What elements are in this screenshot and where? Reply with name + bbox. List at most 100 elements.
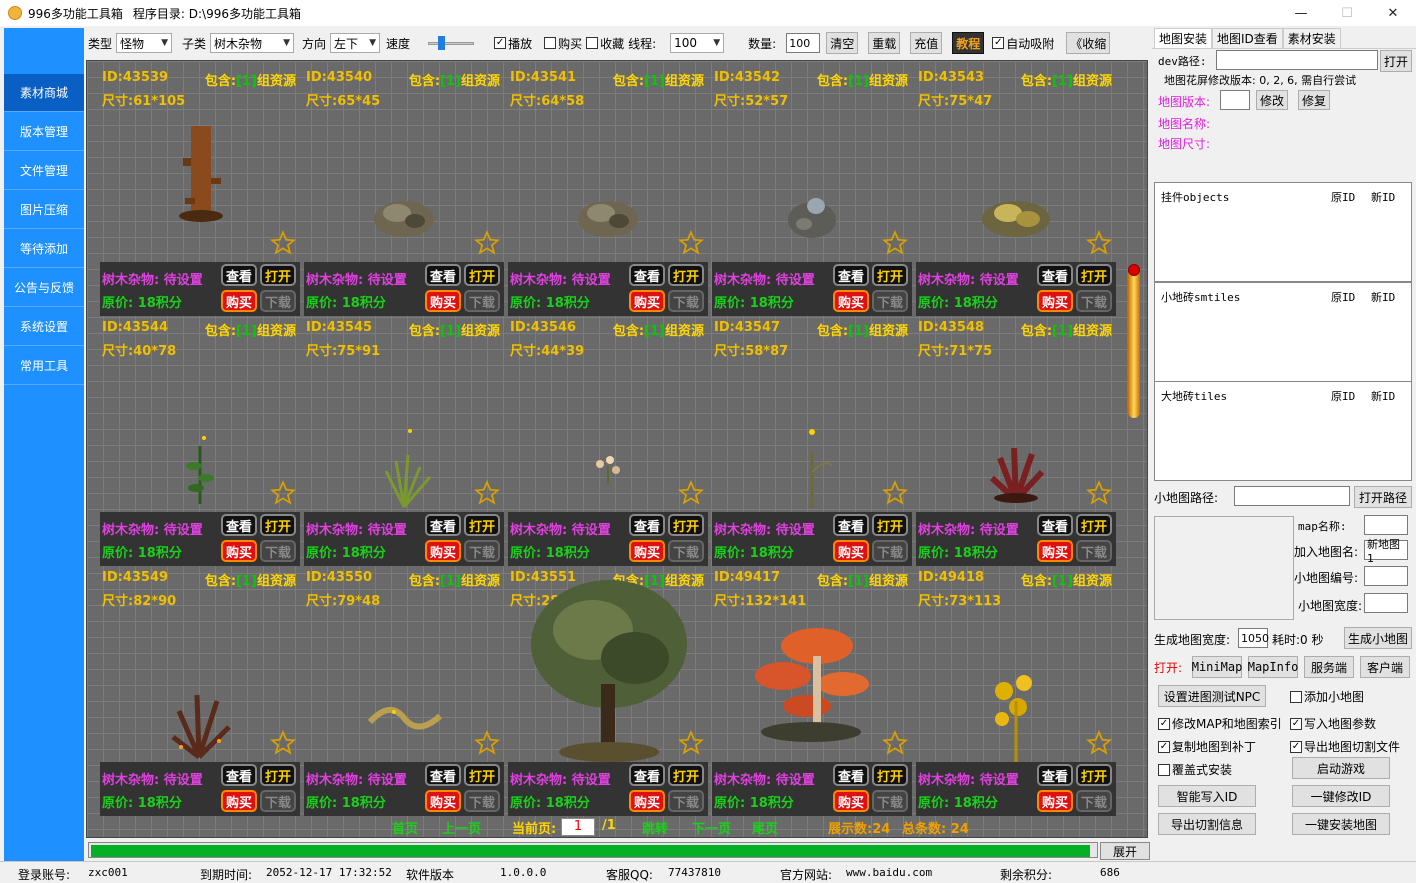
view-button[interactable]: 查看	[833, 764, 869, 786]
star-icon[interactable]	[474, 230, 500, 256]
view-button[interactable]: 查看	[425, 764, 461, 786]
subtype-select[interactable]: 树木杂物 ▼	[210, 33, 295, 53]
buy-button[interactable]: 购买	[221, 290, 257, 312]
download-button[interactable]: 下载	[872, 290, 908, 312]
dev-path-input[interactable]	[1216, 50, 1378, 70]
buy-button[interactable]: 购买	[221, 790, 257, 812]
open-button[interactable]: 打开	[260, 764, 296, 786]
view-button[interactable]: 查看	[221, 514, 257, 536]
view-button[interactable]: 查看	[1037, 764, 1073, 786]
view-button[interactable]: 查看	[629, 514, 665, 536]
open-button[interactable]: 打开	[464, 264, 500, 286]
open-button[interactable]: 打开	[1076, 264, 1112, 286]
open-button[interactable]: 打开	[872, 264, 908, 286]
open-button[interactable]: 打开	[668, 764, 704, 786]
view-button[interactable]: 查看	[425, 264, 461, 286]
material-card[interactable]: ID:43548 包含:[1]组资源 尺寸:71*75 树木杂物: 待设置 原价: 18…	[916, 316, 1116, 566]
count-input[interactable]: 100	[786, 33, 821, 53]
direction-select[interactable]: 左下 ▼	[330, 33, 381, 53]
expand-button[interactable]: 展开	[1100, 842, 1150, 860]
one-click-modify-id-button[interactable]: 一键修改ID	[1292, 785, 1390, 807]
server-open-button[interactable]: 服务端	[1304, 656, 1354, 678]
download-button[interactable]: 下载	[872, 540, 908, 562]
next-page-link[interactable]: 下一页	[692, 818, 731, 837]
download-button[interactable]: 下载	[668, 790, 704, 812]
view-button[interactable]: 查看	[221, 764, 257, 786]
thread-select[interactable]: 100 ▼	[670, 33, 725, 53]
buy-button[interactable]: 购买	[1037, 790, 1073, 812]
clear-button[interactable]: 清空	[826, 32, 859, 54]
star-icon[interactable]	[678, 730, 704, 756]
star-icon[interactable]	[1086, 730, 1112, 756]
star-icon[interactable]	[1086, 480, 1112, 506]
client-open-button[interactable]: 客户端	[1360, 656, 1410, 678]
material-card[interactable]: ID:43543 包含:[1]组资源 尺寸:75*47 树木杂物: 待设置 原价: 18…	[916, 66, 1116, 316]
download-button[interactable]: 下载	[668, 540, 704, 562]
buy-button[interactable]: 购买	[833, 790, 869, 812]
material-card[interactable]: ID:43547 包含:[1]组资源 尺寸:58*87 树木杂物: 待设置 原价: 18…	[712, 316, 912, 566]
current-page-input[interactable]: 1	[561, 818, 595, 836]
view-button[interactable]: 查看	[221, 264, 257, 286]
view-button[interactable]: 查看	[833, 264, 869, 286]
gen-width-input[interactable]: 1050	[1238, 628, 1269, 648]
last-page-link[interactable]: 尾页	[752, 818, 778, 837]
modify-button[interactable]: 修改	[1256, 90, 1288, 110]
material-card[interactable]: ID:43550 包含:[1]组资源 尺寸:79*48 树木杂物: 待设置 原价: 18…	[304, 566, 504, 816]
buy-checkbox[interactable]: 购买	[544, 35, 582, 52]
map-version-input[interactable]	[1220, 90, 1250, 110]
first-page-link[interactable]: 首页	[392, 818, 418, 837]
sidebar-item-file-management[interactable]: 文件管理	[4, 152, 84, 190]
open-button[interactable]: 打开	[260, 514, 296, 536]
smart-write-id-button[interactable]: 智能写入ID	[1158, 785, 1256, 807]
star-icon[interactable]	[474, 480, 500, 506]
star-icon[interactable]	[270, 230, 296, 256]
sidebar-item-image-compress[interactable]: 图片压缩	[4, 191, 84, 229]
buy-button[interactable]: 购买	[425, 540, 461, 562]
map-name-input[interactable]	[1364, 515, 1408, 535]
star-icon[interactable]	[474, 730, 500, 756]
slider-thumb[interactable]	[438, 36, 446, 50]
download-button[interactable]: 下载	[464, 290, 500, 312]
buy-button[interactable]: 购买	[629, 540, 665, 562]
recharge-button[interactable]: 充值	[910, 32, 943, 54]
material-card[interactable]: ID:43539 包含:[1]组资源 尺寸:61*105 树木杂物: 待设置 原价: 1…	[100, 66, 300, 316]
download-button[interactable]: 下载	[464, 790, 500, 812]
play-checkbox[interactable]: ✓ 播放	[494, 35, 532, 52]
star-icon[interactable]	[678, 480, 704, 506]
jump-link[interactable]: 跳转	[642, 818, 668, 837]
close-button[interactable]: ✕	[1370, 0, 1416, 26]
type-select[interactable]: 怪物 ▼	[116, 33, 173, 53]
smtiles-list[interactable]: 小地砖smtiles 原ID 新ID	[1154, 282, 1412, 382]
download-button[interactable]: 下载	[464, 540, 500, 562]
reload-button[interactable]: 重载	[868, 32, 901, 54]
buy-button[interactable]: 购买	[833, 540, 869, 562]
material-card[interactable]: ID:43542 包含:[1]组资源 尺寸:52*57 树木杂物: 待设置 原价: 18…	[712, 66, 912, 316]
buy-button[interactable]: 购买	[425, 290, 461, 312]
download-button[interactable]: 下载	[1076, 790, 1112, 812]
minimap-open-button[interactable]: MiniMap	[1192, 656, 1242, 678]
auto-snap-checkbox[interactable]: ✓ 自动吸附	[992, 35, 1054, 52]
material-card[interactable]: ID:43549 包含:[1]组资源 尺寸:82*90 树木杂物: 待设置 原价: 18…	[100, 566, 300, 816]
open-button[interactable]: 打开	[668, 514, 704, 536]
copy-patch-checkbox[interactable]: ✓ 复制地图到补丁	[1158, 738, 1256, 755]
star-icon[interactable]	[1086, 230, 1112, 256]
sidebar-item-notice-feedback[interactable]: 公告与反馈	[4, 269, 84, 307]
download-button[interactable]: 下载	[668, 290, 704, 312]
view-button[interactable]: 查看	[1037, 264, 1073, 286]
open-path-button[interactable]: 打开路径	[1354, 486, 1412, 508]
download-button[interactable]: 下载	[1076, 540, 1112, 562]
tab-map-id[interactable]: 地图ID查看	[1212, 28, 1283, 48]
sidebar-item-version-management[interactable]: 版本管理	[4, 113, 84, 151]
tutorial-button[interactable]: 教程	[952, 32, 985, 54]
view-button[interactable]: 查看	[629, 264, 665, 286]
material-card[interactable]: ID:43541 包含:[1]组资源 尺寸:64*58 树木杂物: 待设置 原价: 18…	[508, 66, 708, 316]
buy-button[interactable]: 购买	[833, 290, 869, 312]
open-button[interactable]: 打开	[260, 264, 296, 286]
sidebar-item-material-mall[interactable]: 素材商城	[4, 74, 84, 112]
material-card[interactable]: ID:49418 包含:[1]组资源 尺寸:73*113 树木杂物: 待设置 原价: 1…	[916, 566, 1116, 816]
write-param-checkbox[interactable]: ✓ 写入地图参数	[1290, 715, 1376, 732]
restore-button[interactable]: 修复	[1298, 90, 1330, 110]
website-value[interactable]: www.baidu.com	[846, 866, 932, 879]
sidebar-item-system-settings[interactable]: 系统设置	[4, 308, 84, 346]
view-button[interactable]: 查看	[629, 764, 665, 786]
